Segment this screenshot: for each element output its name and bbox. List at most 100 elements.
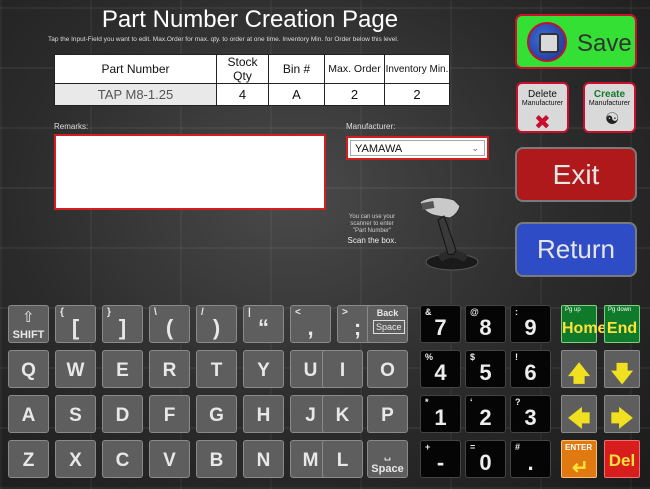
- num-key-0[interactable]: = 0: [465, 440, 506, 478]
- remarks-input[interactable]: [54, 134, 326, 210]
- create-manufacturer-sublabel: Manufacturer: [588, 100, 631, 107]
- key-label: Z: [22, 450, 35, 471]
- key-a[interactable]: A: [8, 395, 49, 433]
- key-main-label: ,: [307, 315, 314, 340]
- part-number-field[interactable]: TAP M8-1.25: [54, 83, 217, 106]
- col-bin: Bin #: [268, 54, 325, 84]
- key-label: I: [339, 360, 346, 381]
- key-t[interactable]: T: [196, 350, 237, 388]
- exit-button-label: Exit: [552, 159, 600, 190]
- key-y[interactable]: Y: [243, 350, 284, 388]
- key-f[interactable]: F: [149, 395, 190, 433]
- num-key-3[interactable]: ? 3: [510, 395, 551, 433]
- create-manufacturer-label: Create: [593, 89, 626, 100]
- space-key[interactable]: ⎵ Space: [367, 440, 408, 478]
- shift-key[interactable]: ⇧ SHIFT: [8, 305, 49, 343]
- arrow-up-key[interactable]: 🡅: [561, 350, 597, 388]
- key-c[interactable]: C: [102, 440, 143, 478]
- save-button[interactable]: Save: [515, 14, 637, 69]
- key-quote[interactable]: | “: [243, 305, 284, 343]
- key-v[interactable]: V: [149, 440, 190, 478]
- backspace-key[interactable]: Back Space: [367, 305, 408, 343]
- enter-key[interactable]: ENTER ↵: [561, 440, 597, 479]
- key-label: B: [209, 450, 224, 471]
- key-bracket-open[interactable]: { [: [55, 305, 96, 343]
- key-o[interactable]: O: [367, 350, 408, 388]
- home-key[interactable]: Pg up Home: [561, 305, 606, 343]
- key-label: F: [163, 405, 176, 426]
- key-label: X: [69, 450, 82, 471]
- key-h[interactable]: H: [243, 395, 284, 433]
- num-key-5[interactable]: $5: [465, 350, 506, 388]
- key-label: C: [115, 450, 130, 471]
- return-button[interactable]: Return: [515, 222, 637, 277]
- key-bracket-close[interactable]: } ]: [102, 305, 143, 343]
- arrow-right-key[interactable]: 🡆: [604, 395, 640, 433]
- key-paren-open[interactable]: \ (: [149, 305, 190, 343]
- key-b[interactable]: B: [196, 440, 237, 478]
- scanner-hint-line: scanner to enter: [350, 221, 394, 227]
- manufacturer-select[interactable]: YAMAWA ⌄: [346, 136, 489, 160]
- shift-arrow-icon: ⇧: [22, 309, 35, 326]
- arrow-right-icon: 🡆: [610, 406, 634, 431]
- key-i[interactable]: I: [322, 350, 363, 388]
- key-q[interactable]: Q: [8, 350, 49, 388]
- num-key-4[interactable]: % 4: [420, 350, 461, 388]
- col-max-order: Max. Order: [324, 54, 385, 84]
- inventory-min-field[interactable]: 2: [384, 83, 450, 106]
- key-label: D: [115, 405, 130, 426]
- key-main-label: 5: [479, 360, 492, 385]
- key-paren-close[interactable]: / ): [196, 305, 237, 343]
- barcode-scanner-icon: [419, 196, 479, 271]
- key-w[interactable]: W: [55, 350, 96, 388]
- bin-field[interactable]: A: [268, 83, 325, 106]
- max-order-field[interactable]: 2: [324, 83, 385, 106]
- num-key-8[interactable]: @8: [465, 305, 506, 343]
- key-label: H: [256, 405, 271, 426]
- key-p[interactable]: P: [367, 395, 408, 433]
- key-n[interactable]: N: [243, 440, 284, 478]
- num-key-minus[interactable]: + -: [420, 440, 461, 478]
- num-key-9[interactable]: :9: [510, 305, 551, 343]
- key-d[interactable]: D: [102, 395, 143, 433]
- key-main-label: [: [71, 315, 80, 340]
- arrow-left-key[interactable]: 🡄: [561, 395, 597, 433]
- key-e[interactable]: E: [102, 350, 143, 388]
- key-z[interactable]: Z: [8, 440, 49, 478]
- key-l[interactable]: L: [322, 440, 363, 478]
- create-manufacturer-icon: ☯: [605, 111, 620, 128]
- return-button-label: Return: [536, 234, 616, 264]
- chevron-down-icon: ⌄: [471, 143, 479, 153]
- end-key[interactable]: Pg down End: [604, 305, 640, 343]
- num-key-6[interactable]: ! 6: [510, 350, 551, 388]
- key-g[interactable]: G: [196, 395, 237, 433]
- num-key-1[interactable]: * 1: [420, 395, 461, 433]
- key-k[interactable]: K: [322, 395, 363, 433]
- key-label: P: [381, 405, 394, 426]
- arrow-down-key[interactable]: 🡇: [604, 350, 640, 388]
- create-manufacturer-button[interactable]: Create Manufacturer ☯: [583, 82, 636, 133]
- arrow-up-icon: 🡅: [567, 361, 591, 386]
- key-comma[interactable]: < ,: [290, 305, 331, 343]
- key-s[interactable]: S: [55, 395, 96, 433]
- del-key-label: Del: [608, 451, 636, 470]
- num-key-dot[interactable]: #.: [510, 440, 551, 478]
- key-label: K: [335, 405, 350, 426]
- exit-button[interactable]: Exit: [515, 147, 637, 202]
- num-key-2[interactable]: ‘2: [465, 395, 506, 433]
- stock-qty-field[interactable]: 4: [216, 83, 269, 106]
- space-key-label: Space: [371, 463, 404, 475]
- key-label: O: [380, 360, 395, 381]
- del-key[interactable]: Del: [604, 440, 640, 478]
- pgdown-tag: Pg down: [608, 307, 632, 313]
- col-stock-qty: Stock Qty: [216, 54, 269, 84]
- key-r[interactable]: R: [149, 350, 190, 388]
- delete-manufacturer-button[interactable]: Delete Manufacturer ✖: [516, 82, 569, 134]
- num-key-7[interactable]: & 7: [420, 305, 461, 343]
- manufacturer-select-inner: YAMAWA ⌄: [350, 140, 485, 156]
- key-x[interactable]: X: [55, 440, 96, 478]
- table-row: TAP M8-1.25 4 A 2 2: [54, 83, 450, 106]
- page-title: Part Number Creation Page: [101, 6, 399, 33]
- key-main-label: 8: [479, 315, 492, 340]
- key-label: G: [209, 405, 224, 426]
